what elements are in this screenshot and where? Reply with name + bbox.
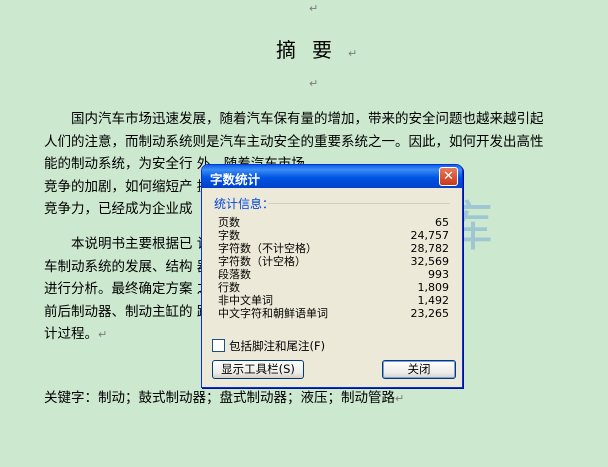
statistics-group-label: 统计信息： [214, 197, 275, 211]
stat-label: 行数 [218, 281, 240, 294]
paragraph-mark: ↵ [309, 77, 319, 90]
group-divider [268, 203, 450, 204]
show-toolbar-button[interactable]: 显示工具栏(S) [212, 360, 304, 379]
keywords-line: 关键字：制动；鼓式制动器；盘式制动器；液压；制动管路↵ [44, 386, 404, 406]
dialog-titlebar[interactable]: 字数统计 ✕ [202, 165, 462, 188]
stat-label: 字数 [218, 229, 240, 242]
stat-value: 32,569 [410, 255, 450, 268]
stat-label: 页数 [218, 216, 240, 229]
stat-label: 字符数（不计空格） [218, 242, 317, 255]
include-footnotes-checkbox[interactable] [212, 339, 225, 352]
stat-row-paragraphs: 段落数 993 [218, 268, 456, 281]
dialog-body: 统计信息： 页数 65 字数 24,757 字符数（不计空格） 28,782 字… [206, 188, 458, 383]
keywords-text: 关键字：制动；鼓式制动器；盘式制动器；液压；制动管路 [44, 390, 395, 406]
text-line: 人们的注意，而制动系统则是汽车主动安全的重要系统之一。因此，如何开发出高性 [44, 133, 544, 150]
stat-row-chars-no-spaces: 字符数（不计空格） 28,782 [218, 242, 456, 255]
stat-label: 段落数 [218, 268, 251, 281]
stat-value: 1,809 [417, 281, 450, 294]
include-footnotes-option[interactable]: 包括脚注和尾注(F) [212, 338, 325, 354]
stat-value: 28,782 [410, 242, 450, 255]
stat-row-chars-with-spaces: 字符数（计空格） 32,569 [218, 255, 456, 268]
dialog-title: 字数统计 [210, 172, 261, 187]
title-text: 摘要 [276, 38, 348, 62]
close-icon[interactable]: ✕ [439, 167, 458, 186]
text: 计过程。 [44, 326, 98, 343]
stat-value: 1,492 [417, 294, 450, 307]
stat-value: 65 [435, 216, 449, 229]
stat-label: 中文字符和朝鲜语单词 [218, 307, 328, 320]
stat-value: 993 [428, 268, 449, 281]
checkbox-label: 包括脚注和尾注(F) [229, 339, 326, 353]
paragraph-mark: ↵ [395, 392, 405, 405]
paragraph-mark: ↵ [98, 328, 108, 342]
word-count-dialog: 字数统计 ✕ 统计信息： 页数 65 字数 24,757 字符数（不计空格） 2… [201, 164, 463, 388]
stat-row-words: 字数 24,757 [218, 229, 456, 242]
close-button[interactable]: 关闭 [382, 360, 456, 379]
stat-row-chinese-korean-chars: 中文字符和朝鲜语单词 23,265 [218, 307, 456, 320]
statistics-list: 页数 65 字数 24,757 字符数（不计空格） 28,782 字符数（计空格… [218, 216, 456, 320]
paragraph-mark: ↵ [348, 47, 358, 60]
text-line: 国内汽车市场迅速发展，随着汽车保有量的增加，带来的安全问题也越来越引起 [71, 111, 544, 127]
stat-label: 字符数（计空格） [218, 255, 306, 268]
stat-row-non-chinese-words: 非中文单词 1,492 [218, 294, 456, 307]
paragraph-mark: ↵ [309, 2, 319, 15]
stat-value: 24,757 [410, 229, 450, 242]
stat-row-pages: 页数 65 [218, 216, 456, 229]
stat-value: 23,265 [410, 307, 450, 320]
document-title: 摘要↵ [276, 34, 357, 63]
stat-label: 非中文单词 [218, 294, 273, 307]
stat-row-lines: 行数 1,809 [218, 281, 456, 294]
